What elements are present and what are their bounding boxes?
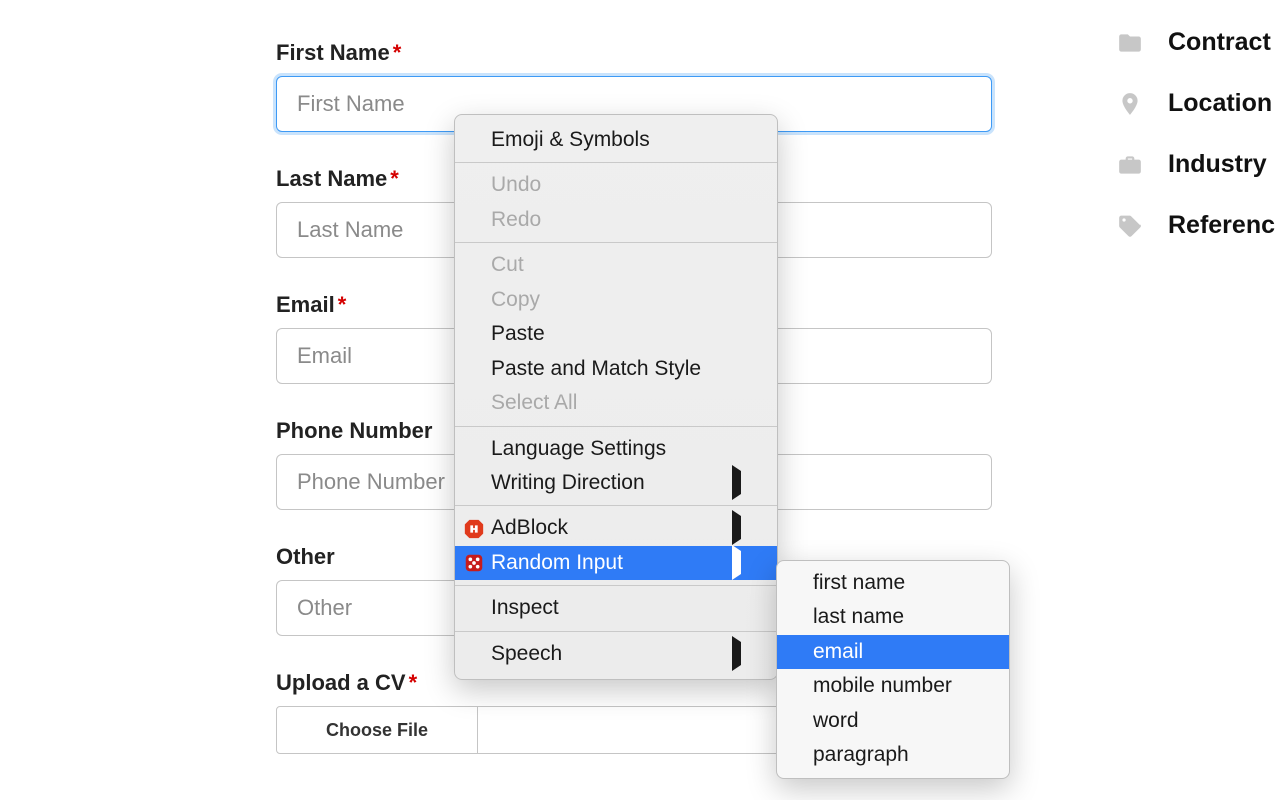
menu-item-label: Copy xyxy=(491,285,540,315)
required-mark: * xyxy=(393,40,402,65)
menu-divider xyxy=(455,505,777,506)
menu-divider xyxy=(455,631,777,632)
menu-item-label: AdBlock xyxy=(491,513,568,543)
menu-item-label: Emoji & Symbols xyxy=(491,125,650,155)
dice-icon xyxy=(463,552,485,574)
menu-item-select-all: Select All xyxy=(455,386,777,420)
menu-divider xyxy=(455,242,777,243)
menu-item-paste-match-style[interactable]: Paste and Match Style xyxy=(455,352,777,386)
label-text: Email xyxy=(276,292,335,317)
required-mark: * xyxy=(390,166,399,191)
menu-item-label: Paste xyxy=(491,319,545,349)
menu-item-label: Random Input xyxy=(491,548,623,578)
sidebar-item-location[interactable]: Location xyxy=(1116,89,1280,118)
briefcase-icon xyxy=(1116,151,1144,179)
submenu-item-paragraph[interactable]: paragraph xyxy=(777,738,1009,772)
label-text: Last Name xyxy=(276,166,387,191)
random-input-submenu: first name last name email mobile number… xyxy=(776,560,1010,779)
folder-icon xyxy=(1116,29,1144,57)
submenu-item-word[interactable]: word xyxy=(777,704,1009,738)
sidebar-item-label: Location xyxy=(1168,89,1272,118)
sidebar-item-label: Referenc xyxy=(1168,211,1275,240)
required-mark: * xyxy=(409,670,418,695)
submenu-item-mobile-number[interactable]: mobile number xyxy=(777,669,1009,703)
menu-item-undo: Undo xyxy=(455,168,777,202)
menu-item-label: Redo xyxy=(491,205,541,235)
tag-icon xyxy=(1116,212,1144,240)
menu-item-writing-direction[interactable]: Writing Direction xyxy=(455,466,777,500)
context-menu: Emoji & Symbols Undo Redo Cut Copy Paste… xyxy=(454,114,778,680)
adblock-icon xyxy=(463,518,485,540)
submenu-arrow-icon xyxy=(732,548,741,578)
menu-item-label: Undo xyxy=(491,170,541,200)
sidebar-item-contract[interactable]: Contract xyxy=(1116,28,1280,57)
menu-item-label: Select All xyxy=(491,388,577,418)
menu-divider xyxy=(455,162,777,163)
menu-item-label: Writing Direction xyxy=(491,468,645,498)
menu-item-label: Paste and Match Style xyxy=(491,354,701,384)
menu-item-label: Speech xyxy=(491,639,562,669)
menu-item-cut: Cut xyxy=(455,248,777,282)
sidebar-item-label: Industry xyxy=(1168,150,1267,179)
label-text: Other xyxy=(276,544,335,569)
menu-item-label: Cut xyxy=(491,250,524,280)
choose-file-button[interactable]: Choose File xyxy=(276,706,478,754)
label-text: First Name xyxy=(276,40,390,65)
menu-item-adblock[interactable]: AdBlock xyxy=(455,511,777,545)
submenu-item-first-name[interactable]: first name xyxy=(777,566,1009,600)
menu-divider xyxy=(455,585,777,586)
submenu-arrow-icon xyxy=(732,513,741,543)
menu-item-redo: Redo xyxy=(455,203,777,237)
menu-divider xyxy=(455,426,777,427)
sidebar-item-industry[interactable]: Industry xyxy=(1116,150,1280,179)
sidebar-item-reference[interactable]: Referenc xyxy=(1116,211,1280,240)
menu-item-copy: Copy xyxy=(455,283,777,317)
menu-item-emoji-symbols[interactable]: Emoji & Symbols xyxy=(455,123,777,157)
info-sidebar: Contract Location Industry Referenc xyxy=(1116,28,1280,272)
submenu-item-email[interactable]: email xyxy=(777,635,1009,669)
menu-item-inspect[interactable]: Inspect xyxy=(455,591,777,625)
menu-item-label: Language Settings xyxy=(491,434,666,464)
menu-item-language-settings[interactable]: Language Settings xyxy=(455,432,777,466)
menu-item-paste[interactable]: Paste xyxy=(455,317,777,351)
label-text: Phone Number xyxy=(276,418,432,443)
submenu-arrow-icon xyxy=(732,639,741,669)
sidebar-item-label: Contract xyxy=(1168,28,1271,57)
submenu-item-last-name[interactable]: last name xyxy=(777,600,1009,634)
label-text: Upload a CV xyxy=(276,670,406,695)
submenu-arrow-icon xyxy=(732,468,741,498)
required-mark: * xyxy=(338,292,347,317)
menu-item-random-input[interactable]: Random Input xyxy=(455,546,777,580)
pin-icon xyxy=(1116,90,1144,118)
menu-item-label: Inspect xyxy=(491,593,559,623)
first-name-label: First Name* xyxy=(276,40,992,66)
menu-item-speech[interactable]: Speech xyxy=(455,637,777,671)
